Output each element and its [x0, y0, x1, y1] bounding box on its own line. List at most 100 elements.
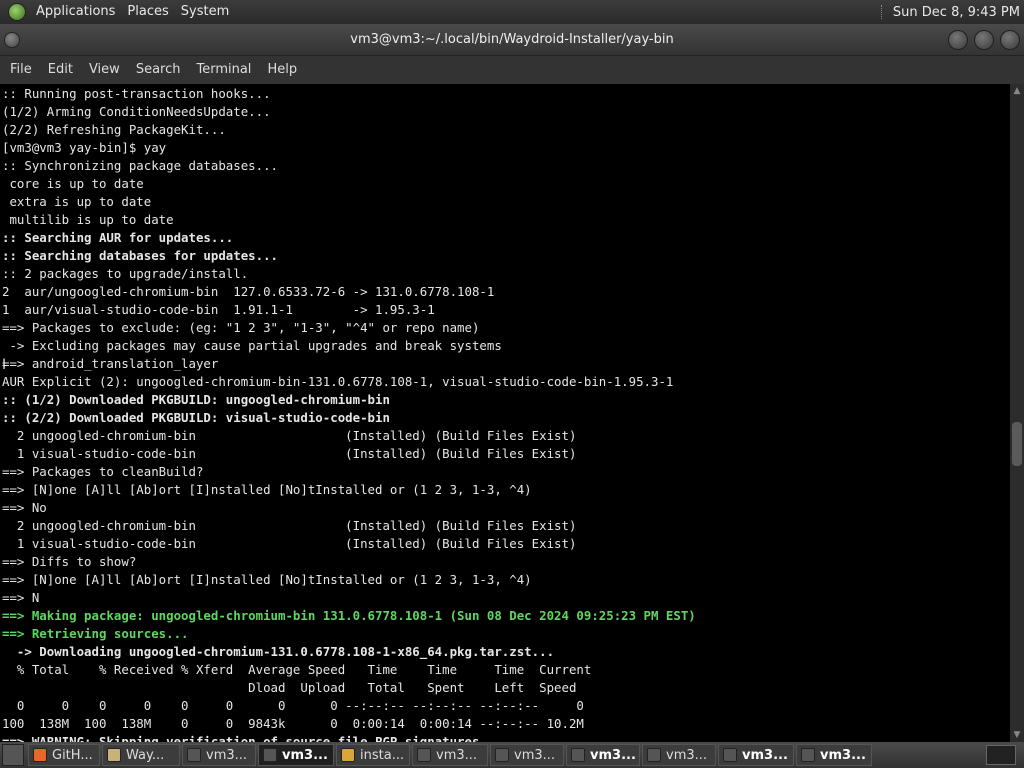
terminal-line: :: 2 packages to upgrade/install.	[2, 266, 249, 281]
taskbar-item[interactable]: Way...	[102, 744, 180, 766]
places-menu[interactable]: Places	[121, 0, 174, 24]
taskbar-app-icon	[571, 748, 585, 762]
terminal-line: ==> Packages to cleanBuild?	[2, 464, 204, 479]
terminal-line: multilib is up to date	[2, 212, 174, 227]
menu-terminal[interactable]: Terminal	[188, 56, 259, 84]
menu-help[interactable]: Help	[259, 56, 305, 84]
terminal-line: % Total % Received % Xferd Average Speed…	[2, 662, 592, 677]
taskbar-item-label: vm3...	[666, 747, 708, 763]
taskbar-item-label: vm3...	[742, 747, 788, 763]
taskbar-item[interactable]: vm3...	[718, 744, 794, 766]
taskbar-item-label: vm3...	[206, 747, 248, 763]
terminal-line: 1 visual-studio-code-bin (Installed) (Bu…	[2, 446, 577, 461]
taskbar-item[interactable]: vm3...	[412, 744, 488, 766]
terminal-line: ==> No	[2, 500, 47, 515]
taskbar-item[interactable]: vm3...	[182, 744, 256, 766]
top-panel-right: Sun Dec 8, 9:43 PM	[880, 0, 1024, 24]
maximize-button[interactable]	[974, 30, 994, 50]
top-panel: Applications Places System Sun Dec 8, 9:…	[0, 0, 1024, 24]
system-menu[interactable]: System	[175, 0, 235, 24]
terminal-line: ==> Diffs to show?	[2, 554, 137, 569]
terminal-line: ==> Retrieving sources...	[2, 626, 189, 641]
terminal-line: ==> N	[2, 590, 40, 605]
terminal-line: 0 0 0 0 0 0 0 0 --:--:-- --:--:-- --:--:…	[2, 698, 584, 713]
terminal-line: ==> [N]one [A]ll [Ab]ort [I]nstalled [No…	[2, 572, 532, 587]
terminal-line: :: Searching databases for updates...	[2, 248, 279, 263]
close-button[interactable]	[1000, 30, 1020, 50]
scrollbar-thumb[interactable]	[1012, 422, 1022, 466]
terminal-line: 2 aur/ungoogled-chromium-bin 127.0.6533.…	[2, 284, 495, 299]
terminal-line: -> Excluding packages may cause partial …	[2, 338, 502, 353]
terminal-line: ==> android_translation_layer	[2, 356, 219, 371]
terminal-line: AUR Explicit (2): ungoogled-chromium-bin…	[2, 374, 674, 389]
taskbar-item-label: vm3...	[820, 747, 866, 763]
terminal-line: :: Synchronizing package databases...	[2, 158, 279, 173]
taskbar-item-label: vm3...	[436, 747, 478, 763]
taskbar-item[interactable]: insta...	[336, 744, 410, 766]
terminal-line: (2/2) Refreshing PackageKit...	[2, 122, 226, 137]
terminal-line: 2 ungoogled-chromium-bin (Installed) (Bu…	[2, 428, 577, 443]
terminal-line: 100 138M 100 138M 0 0 9843k 0 0:00:14 0:…	[2, 716, 584, 731]
taskbar-app-icon	[801, 748, 815, 762]
terminal-line: 1 aur/visual-studio-code-bin 1.91.1-1 ->…	[2, 302, 435, 317]
workspace-switcher[interactable]	[986, 745, 1016, 765]
taskbar-item[interactable]: GitH...	[28, 744, 100, 766]
taskbar-app-icon	[417, 748, 431, 762]
terminal-line: :: (2/2) Downloaded PKGBUILD: visual-stu…	[2, 410, 390, 425]
terminal-line: (1/2) Arming ConditionNeedsUpdate...	[2, 104, 271, 119]
terminal-line: ==> WARNING: Skipping verification of so…	[2, 734, 487, 742]
taskbar-item-label: vm3...	[514, 747, 556, 763]
taskbar-item-label: Way...	[126, 747, 165, 763]
terminal-line: ==> [N]one [A]ll [Ab]ort [I]nstalled [No…	[2, 482, 532, 497]
menu-edit[interactable]: Edit	[40, 56, 81, 84]
terminal-line: [vm3@vm3 yay-bin]$ yay	[2, 140, 167, 155]
terminal-line: extra is up to date	[2, 194, 152, 209]
terminal-line: 2 ungoogled-chromium-bin (Installed) (Bu…	[2, 518, 577, 533]
terminal-line: -> Downloading ungoogled-chromium-131.0.…	[2, 644, 555, 659]
terminal-menubar: File Edit View Search Terminal Help	[0, 56, 1024, 84]
window-menu-icon[interactable]	[4, 32, 20, 48]
distro-logo-icon[interactable]	[8, 3, 26, 21]
taskbar-item[interactable]: vm3...	[258, 744, 334, 766]
terminal-output[interactable]: :: Running post-transaction hooks...(1/2…	[0, 84, 1010, 742]
taskbar-app-icon	[495, 748, 509, 762]
applications-menu[interactable]: Applications	[30, 0, 121, 24]
taskbar-app-icon	[723, 748, 737, 762]
scroll-up-icon[interactable]: ▲	[1010, 84, 1024, 98]
taskbar: GitH... Way... vm3... vm3... insta... vm3... v…	[0, 742, 1024, 768]
terminal-line: :: Searching AUR for updates...	[2, 230, 234, 245]
top-panel-menus: Applications Places System	[0, 0, 235, 24]
terminal-line: Dload Upload Total Spent Left Speed	[2, 680, 577, 695]
ibeam-cursor-icon: I	[2, 357, 7, 373]
terminal-line: ==> Making package: ungoogled-chromium-b…	[2, 608, 696, 623]
show-desktop-button[interactable]	[2, 744, 24, 766]
taskbar-item[interactable]: vm3...	[642, 744, 716, 766]
taskbar-app-icon	[187, 748, 201, 762]
taskbar-item[interactable]: vm3...	[566, 744, 640, 766]
taskbar-item[interactable]: vm3...	[796, 744, 872, 766]
window-title: vm3@vm3:~/.local/bin/Waydroid-Installer/…	[350, 32, 674, 47]
panel-separator	[880, 5, 887, 19]
taskbar-app-icon	[341, 748, 355, 762]
terminal-line: ==> Packages to exclude: (eg: "1 2 3", "…	[2, 320, 480, 335]
taskbar-item-label: GitH...	[52, 747, 93, 763]
menu-file[interactable]: File	[2, 56, 40, 84]
clock[interactable]: Sun Dec 8, 9:43 PM	[893, 5, 1020, 20]
taskbar-item-label: vm3...	[590, 747, 636, 763]
taskbar-app-icon	[647, 748, 661, 762]
taskbar-app-icon	[107, 748, 121, 762]
taskbar-app-icon	[263, 748, 277, 762]
window-titlebar[interactable]: vm3@vm3:~/.local/bin/Waydroid-Installer/…	[0, 24, 1024, 56]
taskbar-app-icon	[33, 748, 47, 762]
terminal-line: :: Running post-transaction hooks...	[2, 86, 271, 101]
taskbar-item-label: insta...	[360, 747, 405, 763]
terminal-line: core is up to date	[2, 176, 144, 191]
taskbar-item-label: vm3...	[282, 747, 328, 763]
taskbar-item[interactable]: vm3...	[490, 744, 564, 766]
terminal-scrollbar[interactable]: ▲ ▼	[1010, 84, 1024, 742]
menu-search[interactable]: Search	[128, 56, 189, 84]
scroll-down-icon[interactable]: ▼	[1010, 728, 1024, 742]
terminal-line: :: (1/2) Downloaded PKGBUILD: ungoogled-…	[2, 392, 390, 407]
menu-view[interactable]: View	[81, 56, 128, 84]
minimize-button[interactable]	[948, 30, 968, 50]
